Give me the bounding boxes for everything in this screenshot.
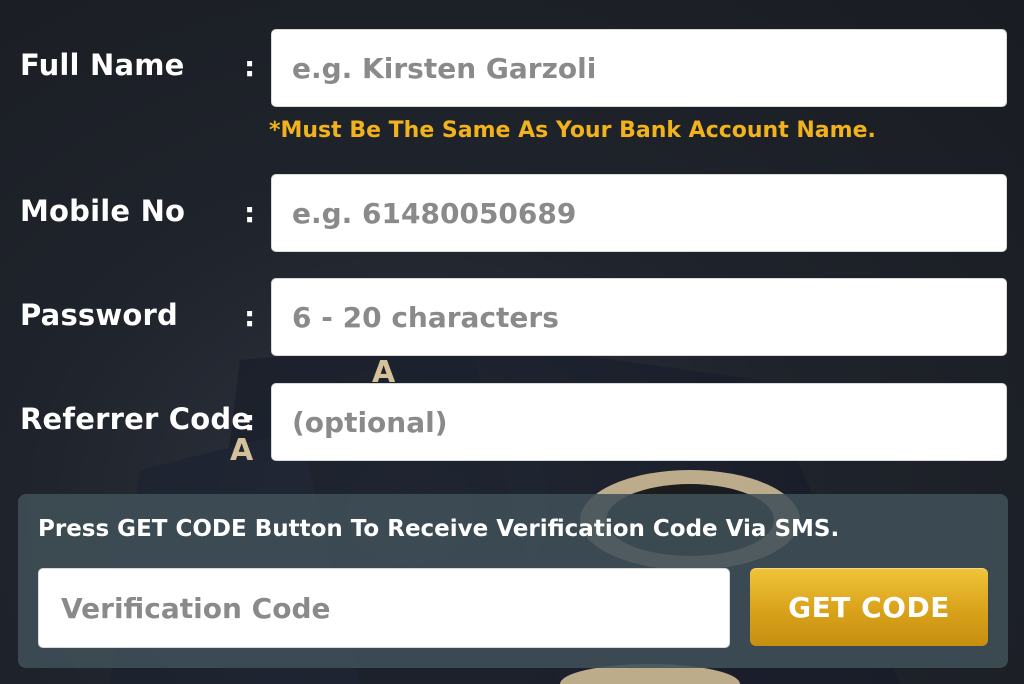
get-code-button[interactable]: GET CODE <box>750 568 988 646</box>
full-name-label: Full Name <box>20 48 185 82</box>
verification-code-input[interactable] <box>38 568 730 648</box>
password-label: Password <box>20 298 178 332</box>
svg-text:A: A <box>230 433 254 468</box>
referrer-label: Referrer Code <box>20 402 252 436</box>
referrer-colon: : <box>244 404 256 437</box>
verification-panel: Press GET CODE Button To Receive Verific… <box>18 494 1008 668</box>
verification-instruction: Press GET CODE Button To Receive Verific… <box>38 516 840 542</box>
password-colon: : <box>244 300 256 333</box>
referrer-input[interactable] <box>271 383 1007 461</box>
mobile-input[interactable] <box>271 174 1007 252</box>
bank-name-hint: *Must Be The Same As Your Bank Account N… <box>269 118 876 143</box>
password-input[interactable] <box>271 278 1007 356</box>
full-name-input[interactable] <box>271 29 1007 107</box>
mobile-label: Mobile No <box>20 194 186 228</box>
full-name-colon: : <box>244 50 256 83</box>
mobile-colon: : <box>244 196 256 229</box>
